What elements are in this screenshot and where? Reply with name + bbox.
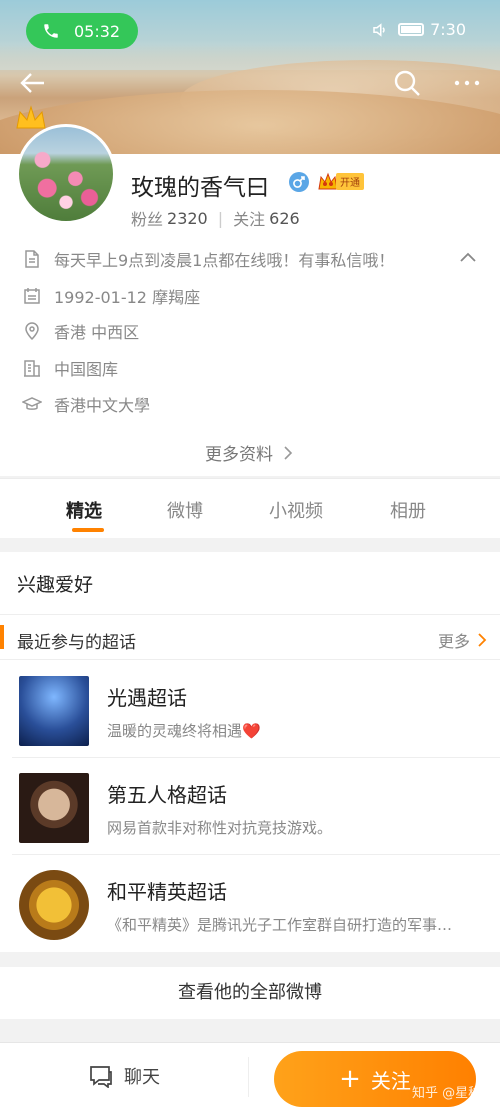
location-pin-icon: [25, 322, 39, 341]
crown-icon: [16, 105, 46, 129]
building-icon: [24, 360, 40, 377]
recent-topics-label: 最近参与的超话: [17, 633, 136, 653]
more-options-icon[interactable]: [450, 66, 484, 100]
topic-description: 温暖的灵魂终将相遇❤️: [107, 722, 261, 740]
avatar[interactable]: [16, 124, 116, 224]
school-text: 香港中文大學: [54, 396, 151, 415]
topic-title: 光遇超话: [107, 686, 187, 710]
follow-label: 关注: [370, 1068, 411, 1093]
vip-crown-icon: [318, 172, 338, 190]
tab-album[interactable]: 相册: [390, 497, 426, 523]
view-all-weibo-button[interactable]: 查看他的全部微博: [0, 967, 500, 1019]
calendar-icon: [24, 288, 40, 304]
topic-description: 《和平精英》是腾讯光子工作室群自研打造的军事…: [107, 916, 453, 934]
volume-icon: [373, 22, 385, 37]
status-bar: 05:32 7:30: [0, 0, 500, 62]
following-label[interactable]: 关注: [233, 206, 265, 230]
phone-icon: [44, 24, 58, 38]
chat-button[interactable]: 聊天: [88, 1063, 160, 1089]
interests-title: 兴趣爱好: [17, 574, 94, 596]
chat-bubble-icon: [90, 1066, 112, 1088]
search-icon[interactable]: [390, 66, 424, 100]
battery-icon: [398, 23, 425, 36]
clock: 7:30: [430, 20, 466, 39]
bio-text: 每天早上9点到凌晨1点都在线哦！有事私信哦！: [54, 251, 395, 270]
birthday-text: 1992-01-12 摩羯座: [54, 288, 201, 307]
location-text: 香港 中西区: [54, 323, 140, 342]
document-icon: [25, 250, 39, 268]
watermark: 知乎 @星移: [412, 1086, 482, 1101]
company-row: 中国图库: [22, 356, 118, 380]
school-row: 香港中文大學: [22, 392, 150, 416]
graduation-cap-icon: [22, 397, 42, 410]
followers-label[interactable]: 粉丝: [131, 206, 163, 230]
tab-weibo[interactable]: 微博: [167, 497, 203, 523]
profile-name: 玫瑰的香气曰: [131, 175, 269, 201]
chat-label: 聊天: [124, 1067, 160, 1088]
topic-item[interactable]: 和平精英超话 《和平精英》是腾讯光子工作室群自研打造的军事…: [0, 856, 500, 952]
peace-elite-thumbnail: [19, 870, 89, 940]
identity-v-thumbnail: [19, 773, 89, 843]
vip-open-label: 开通: [336, 173, 364, 190]
follow-stats: 粉丝 2320 | 关注 626: [131, 206, 300, 230]
vip-badge[interactable]: 开通: [318, 172, 364, 191]
active-tab-indicator: [72, 528, 104, 532]
tab-featured[interactable]: 精选: [66, 497, 102, 523]
chevron-right-icon: [478, 633, 487, 647]
more-topics-link[interactable]: 更多: [438, 628, 488, 652]
location-row: 香港 中西区: [22, 319, 139, 343]
system-status: 7:30: [370, 20, 466, 39]
male-gender-icon: [289, 172, 309, 192]
recent-topics-header: 最近参与的超话 更多: [0, 614, 500, 660]
more-info-link[interactable]: 更多资料: [0, 440, 500, 465]
call-timer: 05:32: [74, 21, 121, 41]
ongoing-call-pill[interactable]: 05:32: [26, 13, 138, 49]
sky-game-thumbnail: [19, 676, 89, 746]
chevron-right-icon: [284, 445, 293, 460]
birthday-row: 1992-01-12 摩羯座: [22, 284, 200, 308]
followers-count[interactable]: 2320: [167, 209, 208, 228]
back-arrow-icon[interactable]: [16, 66, 50, 100]
bio-row: 每天早上9点到凌晨1点都在线哦！有事私信哦！: [22, 247, 394, 271]
tab-short-video[interactable]: 小视频: [269, 497, 323, 523]
collapse-chevron-icon[interactable]: [458, 248, 478, 268]
topic-title: 和平精英超话: [107, 880, 227, 904]
company-text: 中国图库: [54, 360, 119, 379]
topic-item[interactable]: 光遇超话 温暖的灵魂终将相遇❤️: [0, 662, 500, 758]
topic-item[interactable]: 第五人格超话 网易首款非对称性对抗竞技游戏。: [0, 759, 500, 855]
following-count[interactable]: 626: [269, 209, 300, 228]
topic-title: 第五人格超话: [107, 783, 227, 807]
topic-description: 网易首款非对称性对抗竞技游戏。: [107, 819, 333, 837]
more-info-label: 更多资料: [205, 445, 273, 465]
plus-icon: +: [339, 1064, 361, 1094]
